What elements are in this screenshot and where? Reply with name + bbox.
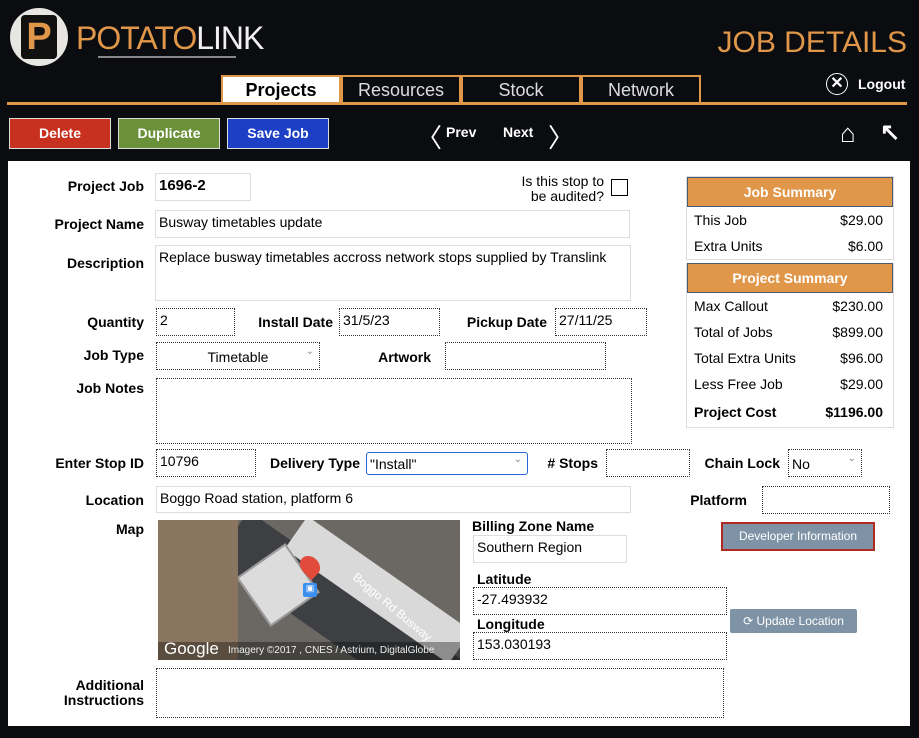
page-title: JOB DETAILS [717,26,908,59]
platform-field[interactable] [762,486,890,514]
stop-id-label: Enter Stop ID [55,455,144,471]
stop-id-field[interactable]: 10796 [156,449,256,477]
job-notes-field[interactable] [156,378,632,444]
job-summary: Job Summary This Job $29.00 Extra Units $6… [686,176,894,260]
location-label: Location [85,492,144,508]
tab-stock[interactable]: Stock [461,75,581,103]
job-type-select[interactable]: Timetable ⌄ [156,342,320,370]
save-job-button[interactable]: Save Job [227,118,329,149]
summary-row: Extra Units $6.00 [694,238,883,254]
project-summary-header: Project Summary [687,263,893,293]
additional-instructions-label: Additional Instructions [63,677,144,708]
home-icon[interactable]: ⌂ [840,118,856,149]
quantity-label: Quantity [87,314,144,330]
chevron-down-icon: ⌄ [847,453,856,464]
longitude-field[interactable]: 153.030193 [473,632,727,660]
billing-zone-label: Billing Zone Name [472,518,595,534]
additional-instructions-field[interactable] [156,668,724,718]
tab-divider [7,102,907,105]
stops-field[interactable] [606,449,690,477]
delete-button[interactable]: Delete [9,118,111,149]
summary-row: This Job $29.00 [694,212,883,228]
longitude-label: Longitude [477,616,545,632]
logout-button[interactable]: ✕ Logout [826,73,905,95]
developer-information-button[interactable]: Developer Information [721,522,875,551]
update-location-button[interactable]: ⟳ Update Location [730,609,857,633]
description-field[interactable]: Replace busway timetables accross networ… [155,245,631,301]
chevron-right-icon[interactable]: 〉 [548,118,574,155]
back-arrow-icon[interactable]: ↖ [880,118,900,147]
google-logo: Google [164,639,219,658]
logo-text: POTATOLINK [76,20,264,56]
billing-zone-field[interactable]: Southern Region [473,535,627,563]
project-summary: Project Summary Max Callout $230.00 Total… [686,263,894,428]
chain-lock-label: Chain Lock [704,455,780,471]
close-circle-icon: ✕ [826,73,848,95]
install-date-field[interactable]: 31/5/23 [339,308,440,336]
project-cost-row: Project Cost $1196.00 [694,404,883,420]
summary-row: Total Extra Units $96.00 [694,350,883,366]
logo: P [10,8,68,66]
project-name-label: Project Name [54,216,144,232]
duplicate-button[interactable]: Duplicate [118,118,220,149]
prev-button[interactable]: Prev [446,124,476,140]
refresh-icon: ⟳ [743,614,757,628]
delivery-type-select[interactable]: "Install" ⌄ [366,452,528,475]
chevron-down-icon: ⌄ [305,346,314,357]
chain-lock-select[interactable]: No ⌄ [788,449,862,477]
latitude-field[interactable]: -27.493932 [473,587,727,615]
delivery-type-label: Delivery Type [269,455,360,471]
summary-row: Less Free Job $29.00 [694,376,883,392]
artwork-field[interactable] [445,342,606,370]
tab-projects[interactable]: Projects [221,75,341,103]
map-view[interactable]: Boggo Rd Busway ▣ Imagery ©2017 , CNES /… [158,520,460,660]
install-date-label: Install Date [258,314,333,330]
project-job-field[interactable]: 1696-2 [155,173,251,201]
job-summary-header: Job Summary [687,177,893,207]
quantity-field[interactable]: 2 [156,308,235,336]
stops-label: # Stops [547,455,598,471]
chevron-down-icon: ⌄ [513,454,522,465]
job-notes-label: Job Notes [76,380,144,396]
next-button[interactable]: Next [503,124,533,140]
location-field[interactable]: Boggo Road station, platform 6 [156,486,631,513]
artwork-label: Artwork [378,349,431,365]
summary-row: Total of Jobs $899.00 [694,324,883,340]
audit-checkbox[interactable] [611,179,628,196]
logo-underline [98,56,236,58]
platform-label: Platform [690,492,747,508]
job-type-label: Job Type [83,347,144,363]
pickup-date-label: Pickup Date [466,314,547,330]
project-job-label: Project Job [67,178,144,194]
bus-stop-icon: ▣ [303,583,317,597]
tab-resources[interactable]: Resources [341,75,461,103]
chevron-left-icon[interactable]: 〈 [416,118,442,155]
pickup-date-field[interactable]: 27/11/25 [555,308,647,336]
project-name-field[interactable]: Busway timetables update [155,210,630,238]
map-label: Map [116,521,144,537]
audit-label: Is this stop to be audited? [521,173,604,204]
latitude-label: Latitude [477,571,532,587]
description-label: Description [66,255,144,271]
summary-row: Max Callout $230.00 [694,298,883,314]
tab-network[interactable]: Network [581,75,701,103]
